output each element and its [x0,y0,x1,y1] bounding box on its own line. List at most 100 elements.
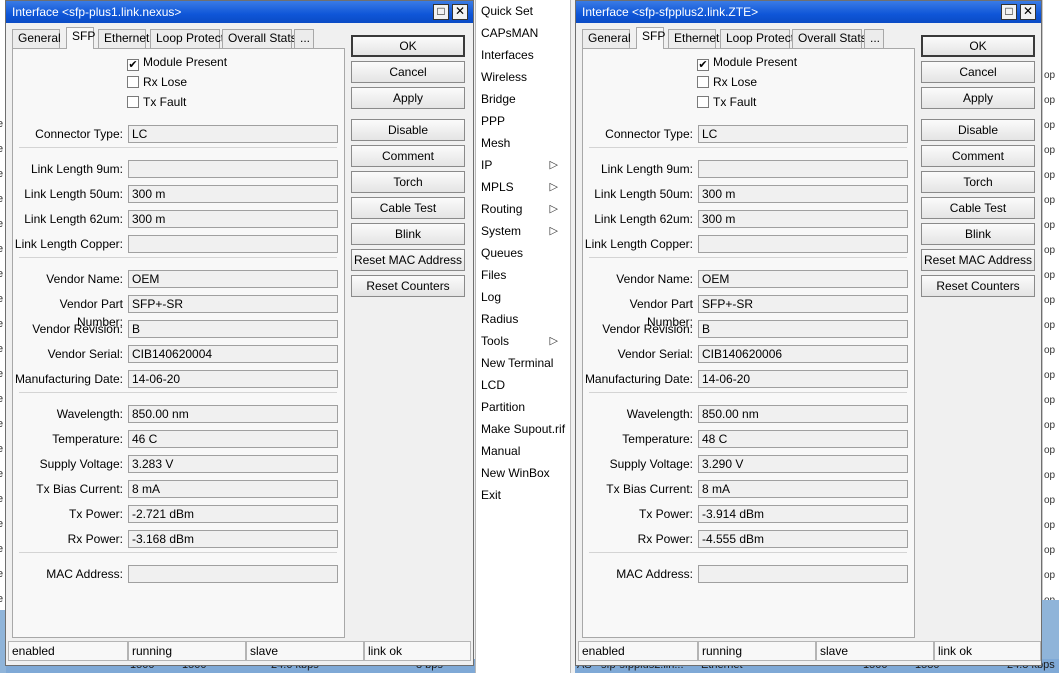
checkbox-box[interactable] [697,76,709,88]
cancel-button[interactable]: Cancel [351,61,465,83]
vendor-serial-field[interactable]: CIB140620004 [128,345,338,363]
menu-item-bridge[interactable]: Bridge [476,88,570,110]
manufacturing-date-field[interactable]: 14-06-20 [128,370,338,388]
tx-bias-current-field[interactable]: 8 mA [128,480,338,498]
menu-item-new-winbox[interactable]: New WinBox [476,462,570,484]
blink-button[interactable]: Blink [921,223,1035,245]
link-length-50um-field[interactable]: 300 m [698,185,908,203]
wavelength-field[interactable]: 850.00 nm [698,405,908,423]
link-length-copper-field[interactable] [698,235,908,253]
tab-general[interactable]: General [12,29,61,48]
menu-item-make-supout-rif[interactable]: Make Supout.rif [476,418,570,440]
tab-ethernet[interactable]: Ethernet [668,29,719,48]
ok-button[interactable]: OK [351,35,465,57]
manufacturing-date-field[interactable]: 14-06-20 [698,370,908,388]
menu-item-log[interactable]: Log [476,286,570,308]
tab-loop-protect[interactable]: Loop Protect [720,29,794,48]
vendor-name-field[interactable]: OEM [698,270,908,288]
checkbox-module-present[interactable]: ✔ Module Present [127,54,227,72]
tab-more[interactable]: ... [864,29,884,48]
menu-item-wireless[interactable]: Wireless [476,66,570,88]
menu-item-quick-set[interactable]: Quick Set [476,0,570,22]
ok-button[interactable]: OK [921,35,1035,57]
link-length-50um-field[interactable]: 300 m [128,185,338,203]
vendor-revision-field[interactable]: B [698,320,908,338]
comment-button[interactable]: Comment [351,145,465,167]
menu-item-routing[interactable]: Routing ▷ [476,198,570,220]
tx-power-field[interactable]: -2.721 dBm [128,505,338,523]
dialog-titlebar[interactable]: Interface <sfp-plus1.link.nexus> □ ✕ [6,1,473,23]
mac-address-field[interactable] [698,565,908,583]
menu-item-mpls[interactable]: MPLS ▷ [476,176,570,198]
tx-bias-current-field[interactable]: 8 mA [698,480,908,498]
tab-more[interactable]: ... [294,29,314,48]
tab-ethernet[interactable]: Ethernet [98,29,149,48]
close-icon[interactable]: ✕ [452,4,468,20]
menu-item-radius[interactable]: Radius [476,308,570,330]
connector-type-field[interactable]: LC [698,125,908,143]
cancel-button[interactable]: Cancel [921,61,1035,83]
supply-voltage-field[interactable]: 3.283 V [128,455,338,473]
menu-item-ip[interactable]: IP ▷ [476,154,570,176]
link-length-copper-field[interactable] [128,235,338,253]
vendor-revision-field[interactable]: B [128,320,338,338]
wavelength-field[interactable]: 850.00 nm [128,405,338,423]
tx-power-field[interactable]: -3.914 dBm [698,505,908,523]
checkbox-rx-lose[interactable]: Rx Lose [127,74,187,92]
maximize-icon[interactable]: □ [1001,4,1017,20]
close-icon[interactable]: ✕ [1020,4,1036,20]
reset-mac-address-button[interactable]: Reset MAC Address [351,249,465,271]
menu-item-system[interactable]: System ▷ [476,220,570,242]
supply-voltage-field[interactable]: 3.290 V [698,455,908,473]
checkbox-box[interactable] [697,96,709,108]
torch-button[interactable]: Torch [921,171,1035,193]
vendor-name-field[interactable]: OEM [128,270,338,288]
menu-item-files[interactable]: Files [476,264,570,286]
menu-item-manual[interactable]: Manual [476,440,570,462]
tab-general[interactable]: General [582,29,631,48]
reset-counters-button[interactable]: Reset Counters [351,275,465,297]
apply-button[interactable]: Apply [351,87,465,109]
menu-item-capsman[interactable]: CAPsMAN [476,22,570,44]
checkbox-box[interactable]: ✔ [697,59,709,71]
tab-loop-protect[interactable]: Loop Protect [150,29,224,48]
disable-button[interactable]: Disable [921,119,1035,141]
cable-test-button[interactable]: Cable Test [351,197,465,219]
tab-sfp[interactable]: SFP [636,27,665,49]
vendor-serial-field[interactable]: CIB140620006 [698,345,908,363]
disable-button[interactable]: Disable [351,119,465,141]
checkbox-tx-fault[interactable]: Tx Fault [127,94,186,112]
tab-overall-stats[interactable]: Overall Stats [792,29,867,48]
menu-item-tools[interactable]: Tools ▷ [476,330,570,352]
vendor-part-number-field[interactable]: SFP+-SR [698,295,908,313]
menu-item-queues[interactable]: Queues [476,242,570,264]
menu-item-partition[interactable]: Partition [476,396,570,418]
link-length-9um-field[interactable] [128,160,338,178]
checkbox-box[interactable] [127,96,139,108]
temperature-field[interactable]: 48 C [698,430,908,448]
rx-power-field[interactable]: -4.555 dBm [698,530,908,548]
rx-power-field[interactable]: -3.168 dBm [128,530,338,548]
vendor-part-number-field[interactable]: SFP+-SR [128,295,338,313]
checkbox-box[interactable]: ✔ [127,59,139,71]
dialog-titlebar[interactable]: Interface <sfp-sfpplus2.link.ZTE> □ ✕ [576,1,1041,23]
blink-button[interactable]: Blink [351,223,465,245]
menu-item-exit[interactable]: Exit [476,484,570,506]
temperature-field[interactable]: 46 C [128,430,338,448]
mac-address-field[interactable] [128,565,338,583]
reset-mac-address-button[interactable]: Reset MAC Address [921,249,1035,271]
menu-item-mesh[interactable]: Mesh [476,132,570,154]
link-length-62um-field[interactable]: 300 m [128,210,338,228]
reset-counters-button[interactable]: Reset Counters [921,275,1035,297]
comment-button[interactable]: Comment [921,145,1035,167]
apply-button[interactable]: Apply [921,87,1035,109]
tab-overall-stats[interactable]: Overall Stats [222,29,297,48]
torch-button[interactable]: Torch [351,171,465,193]
link-length-62um-field[interactable]: 300 m [698,210,908,228]
menu-item-interfaces[interactable]: Interfaces [476,44,570,66]
menu-item-ppp[interactable]: PPP [476,110,570,132]
link-length-9um-field[interactable] [698,160,908,178]
cable-test-button[interactable]: Cable Test [921,197,1035,219]
checkbox-box[interactable] [127,76,139,88]
menu-item-lcd[interactable]: LCD [476,374,570,396]
